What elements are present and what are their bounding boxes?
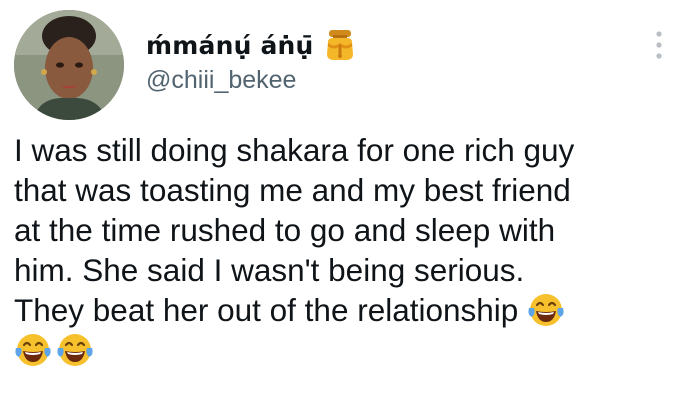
tweet-text-line-last: They beat her out of the relationship xyxy=(14,290,674,330)
tweet-text-line: at the time rushed to go and sleep with xyxy=(14,212,556,248)
laughing-tears-emoji-icon xyxy=(14,331,52,369)
display-name[interactable]: ḿmánụ́ áṅụ̄ xyxy=(146,31,314,60)
name-row: ḿmánụ́ áṅụ̄ xyxy=(146,26,639,64)
avatar[interactable] xyxy=(14,10,124,120)
honey-pot-icon xyxy=(322,27,358,63)
emoji-row xyxy=(14,330,674,370)
tweet-text-line: him. She said I wasn't being serious. xyxy=(14,252,525,288)
user-handle[interactable]: @chiii_bekee xyxy=(146,66,639,95)
tweet-text-line: that was toasting me and my best friend xyxy=(14,172,571,208)
tweet-text: I was still doing shakara for one rich g… xyxy=(14,130,674,370)
tweet-text-line: I was still doing shakara for one rich g… xyxy=(14,132,575,168)
profile-photo xyxy=(14,10,124,120)
tweet-text-line: They beat her out of the relationship xyxy=(14,292,519,328)
laughing-tears-emoji-icon xyxy=(56,331,94,369)
tweet-header: ḿmánụ́ áṅụ̄ @chiii_bekee xyxy=(146,26,639,95)
more-vertical-icon[interactable] xyxy=(652,28,666,62)
laughing-tears-emoji-icon xyxy=(527,291,565,329)
tweet-card: ḿmánụ́ áṅụ̄ @chiii_bekee I was still doi… xyxy=(0,0,679,415)
